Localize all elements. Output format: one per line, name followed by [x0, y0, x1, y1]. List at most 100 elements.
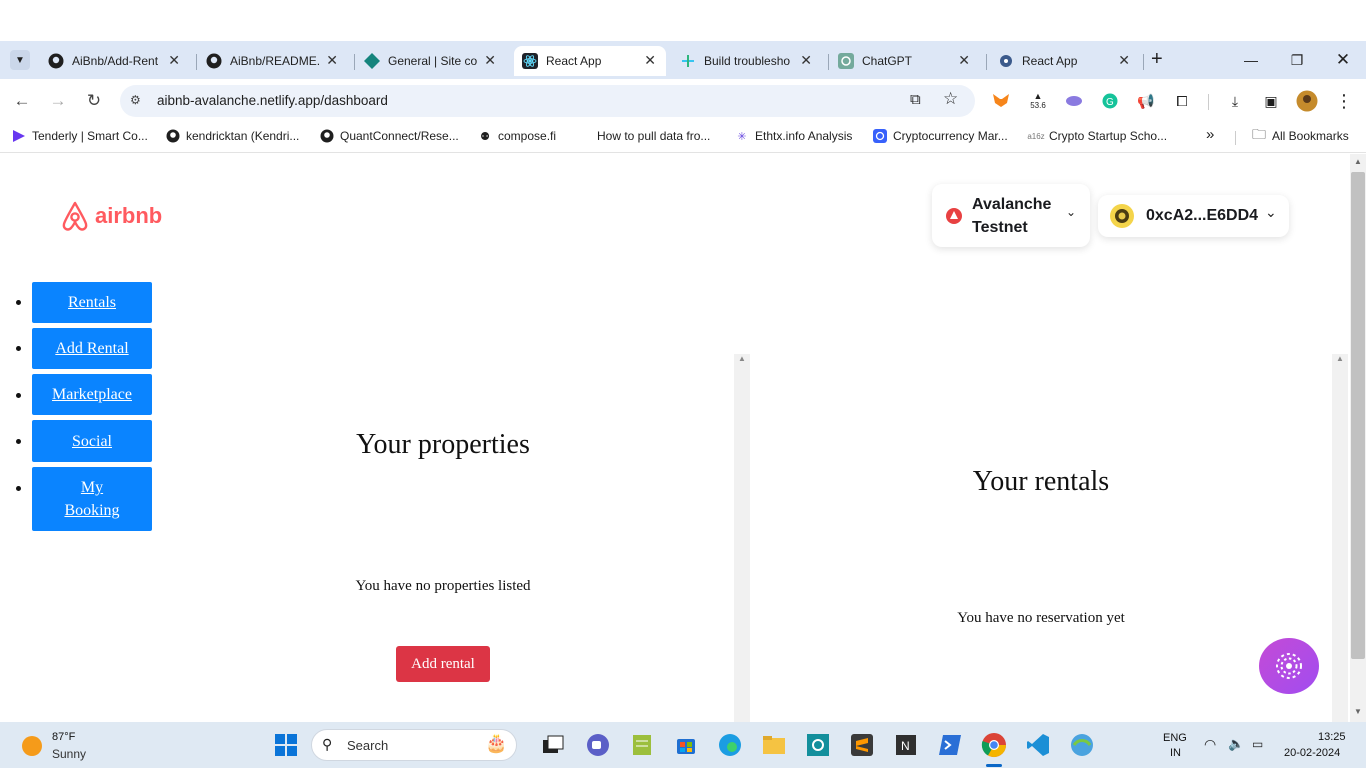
rentals-scrollbar[interactable]: ▲	[1332, 354, 1348, 722]
page-scrollbar-thumb[interactable]	[1351, 172, 1365, 659]
close-icon[interactable]: ✕	[1118, 52, 1130, 69]
close-icon[interactable]: ✕	[958, 52, 970, 69]
site-settings-icon[interactable]: ⚙	[130, 93, 141, 107]
bookmark-label: Ethtx.info Analysis	[755, 129, 853, 143]
new-tab-button[interactable]: +	[1151, 48, 1163, 71]
tab-aibnb-add-rent[interactable]: AiBnb/Add-Rent ✕	[40, 46, 190, 76]
all-bookmarks-button[interactable]: 🗀 All Bookmarks	[1252, 126, 1349, 143]
volume-icon[interactable]: 🔈	[1228, 736, 1244, 752]
network-globe-icon[interactable]	[1069, 732, 1095, 758]
extension-badge-icon[interactable]: ▲ 53.6	[1027, 90, 1049, 112]
notion-icon[interactable]: N	[893, 732, 919, 758]
reload-icon[interactable]: ↻	[82, 89, 106, 113]
install-app-icon[interactable]: ⧉	[910, 91, 921, 108]
close-icon[interactable]: ✕	[644, 52, 656, 69]
profile-avatar[interactable]	[1296, 90, 1318, 112]
taskbar-search[interactable]: ⚲ Search 🎂	[311, 729, 517, 761]
bookmarks-bar: Tenderly | Smart Co... kendricktan (Kend…	[0, 123, 1366, 153]
all-bookmarks-label: All Bookmarks	[1272, 129, 1349, 143]
a16z-icon: a16z	[1027, 131, 1045, 141]
account-avatar-icon	[1110, 204, 1134, 228]
close-icon[interactable]: ✕	[800, 52, 812, 69]
bookmarks-overflow-button[interactable]: »	[1206, 126, 1214, 143]
windows-start-icon[interactable]	[273, 732, 299, 758]
nav-my-booking-line2: Booking	[64, 502, 120, 519]
chat-assistant-button[interactable]	[1259, 638, 1319, 694]
account-button[interactable]: 0xcA2...E6DD4 ⌄	[1098, 195, 1289, 237]
react-icon	[998, 53, 1014, 69]
tab-search-chevron-icon[interactable]: ▼	[10, 50, 30, 70]
tenderly-icon	[12, 129, 26, 143]
bookmark-star-icon[interactable]: ☆	[943, 89, 958, 109]
menu-kebab-icon[interactable]: ⋮	[1333, 90, 1355, 112]
chrome-icon[interactable]	[981, 732, 1007, 758]
edge-icon[interactable]	[717, 732, 743, 758]
nav-marketplace[interactable]: Marketplace	[32, 374, 152, 415]
extensions-puzzle-icon[interactable]: ⧠	[1171, 90, 1193, 112]
bookmark-kendricktan[interactable]: kendricktan (Kendri...	[166, 129, 299, 143]
nav-social[interactable]: Social	[32, 420, 152, 462]
weather-desc[interactable]: Sunny	[52, 747, 86, 761]
tab-chatgpt[interactable]: ChatGPT ✕	[830, 46, 980, 76]
tab-aibnb-readme[interactable]: AiBnb/README. ✕	[198, 46, 348, 76]
file-explorer-icon[interactable]	[761, 732, 787, 758]
restore-icon[interactable]: ❐	[1274, 41, 1320, 79]
airbnb-logo-icon	[62, 201, 88, 231]
bookmark-ethtx[interactable]: ✳ Ethtx.info Analysis	[735, 129, 852, 143]
powershell-icon[interactable]	[937, 732, 963, 758]
weather-temp[interactable]: 87°F	[52, 731, 75, 743]
close-icon[interactable]: ✕	[484, 52, 496, 69]
close-window-icon[interactable]: ✕	[1320, 41, 1366, 79]
address-bar[interactable]: ⚙ aibnb-avalanche.netlify.app/dashboard …	[120, 85, 975, 117]
wifi-icon[interactable]: ◠	[1204, 736, 1216, 753]
task-view-icon[interactable]	[540, 732, 566, 758]
app-cyan-icon[interactable]	[805, 732, 831, 758]
language-line1[interactable]: ENG	[1163, 732, 1187, 744]
forward-arrow-icon[interactable]: →	[46, 89, 70, 113]
download-icon[interactable]: ⤓	[1224, 90, 1246, 112]
bookmark-tenderly[interactable]: Tenderly | Smart Co...	[12, 129, 148, 143]
tab-react-app-active[interactable]: React App ✕	[514, 46, 666, 76]
tab-netlify-general[interactable]: General | Site co ✕	[356, 46, 506, 76]
bookmark-compose[interactable]: ⚉ compose.fi	[478, 129, 556, 143]
vscode-icon[interactable]	[1025, 732, 1051, 758]
microsoft-store-icon[interactable]	[673, 732, 699, 758]
react-icon	[522, 53, 538, 69]
back-arrow-icon[interactable]: ←	[10, 89, 34, 113]
extension-cloud-icon[interactable]	[1063, 90, 1085, 112]
svg-text:G: G	[1106, 97, 1114, 108]
browser-toolbar: ← → ↻ ⚙ aibnb-avalanche.netlify.app/dash…	[0, 79, 1366, 123]
add-rental-button[interactable]: Add rental	[396, 646, 490, 682]
tab-build-troubleshooting[interactable]: Build troublesho ✕	[672, 46, 822, 76]
bookmark-quantconnect[interactable]: QuantConnect/Rese...	[320, 129, 459, 143]
rentals-empty-message: You have no reservation yet	[957, 610, 1125, 626]
metamask-icon[interactable]	[990, 90, 1012, 112]
bookmark-crypto-startup[interactable]: a16z Crypto Startup Scho...	[1027, 129, 1167, 143]
clock-date[interactable]: 20-02-2024	[1284, 747, 1340, 759]
search-placeholder: Search	[347, 738, 389, 753]
minimize-icon[interactable]: —	[1228, 41, 1274, 79]
close-icon[interactable]: ✕	[168, 52, 180, 69]
network-selector[interactable]: Avalanche Testnet ⌄	[932, 184, 1090, 247]
nav-my-booking[interactable]: My Booking	[32, 467, 152, 531]
bookmark-how-to-pull[interactable]: How to pull data fro...	[577, 129, 710, 143]
megaphone-icon[interactable]: 📢	[1135, 90, 1157, 112]
language-line2[interactable]: IN	[1170, 747, 1181, 759]
side-panel-icon[interactable]: ▣	[1260, 90, 1282, 112]
bookmark-label: QuantConnect/Rese...	[340, 129, 459, 143]
battery-icon[interactable]: ▭	[1252, 737, 1263, 751]
nav-add-rental[interactable]: Add Rental	[32, 328, 152, 369]
notepad-icon[interactable]	[629, 732, 655, 758]
properties-scrollbar[interactable]: ▲	[734, 354, 750, 722]
tab-react-app-2[interactable]: React App ✕	[990, 46, 1140, 76]
sun-weather-icon[interactable]	[22, 736, 42, 756]
url-text[interactable]: aibnb-avalanche.netlify.app/dashboard	[157, 93, 388, 108]
grammarly-icon[interactable]: G	[1099, 90, 1121, 112]
close-icon[interactable]: ✕	[326, 52, 338, 69]
sublime-text-icon[interactable]	[849, 732, 875, 758]
clock-time[interactable]: 13:25	[1318, 731, 1346, 743]
airbnb-logo[interactable]: airbnb	[60, 200, 162, 232]
nav-rentals[interactable]: Rentals	[32, 282, 152, 323]
bookmark-cryptocurrency[interactable]: Cryptocurrency Mar...	[873, 129, 1008, 143]
teams-meet-icon[interactable]	[585, 732, 611, 758]
